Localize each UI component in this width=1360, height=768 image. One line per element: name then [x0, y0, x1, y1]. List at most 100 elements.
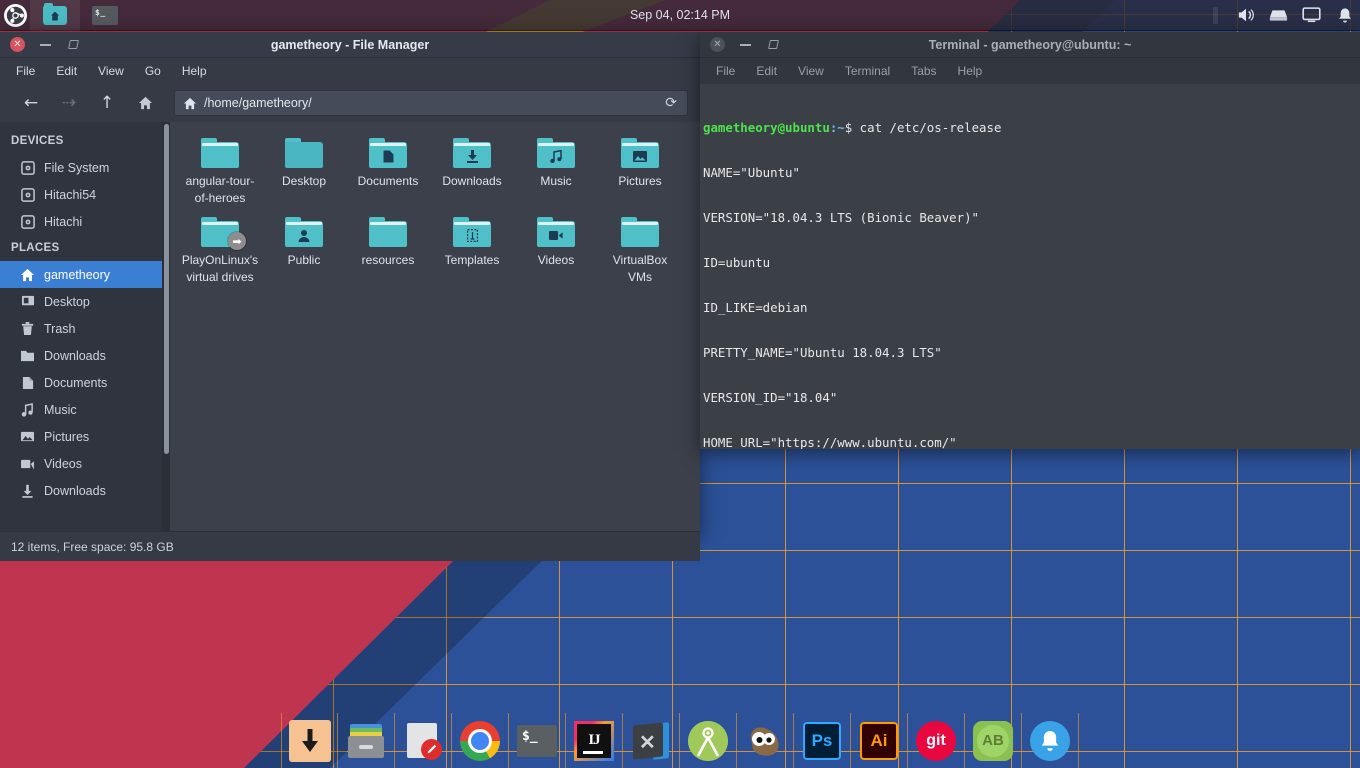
window-controls: ✕ [0, 37, 81, 52]
list-item[interactable]: VirtualBox VMs [598, 211, 682, 290]
maximize-button[interactable] [766, 37, 781, 52]
dock-item-google-chrome[interactable] [452, 713, 509, 768]
dock-item-android-studio[interactable] [680, 713, 737, 768]
menu-go[interactable]: Go [136, 61, 170, 81]
file-label: angular-tour-of-heroes [185, 174, 255, 205]
sidebar-item-file-system[interactable]: File System [0, 154, 162, 181]
list-item[interactable]: Downloads [430, 132, 514, 211]
file-manager-titlebar[interactable]: ✕ gametheory - File Manager [0, 32, 700, 58]
sidebar-item-desktop[interactable]: Desktop [0, 288, 162, 315]
list-item[interactable]: Public [262, 211, 346, 290]
sidebar-item-downloads[interactable]: Downloads [0, 477, 162, 504]
taskbar-item-file-manager[interactable] [30, 0, 80, 31]
dock-item-terminal[interactable]: $_ [509, 713, 566, 768]
menu-view[interactable]: View [89, 61, 133, 81]
disk-icon [20, 214, 35, 229]
reload-icon[interactable]: ⟳ [665, 95, 679, 111]
home-icon[interactable] [126, 88, 164, 118]
dock-item-vs-code[interactable]: ✕ [623, 713, 680, 768]
desktop-icon [20, 294, 35, 309]
minimize-button[interactable] [738, 37, 753, 52]
sidebar-item-label: Downloads [44, 483, 106, 498]
menu-view[interactable]: View [789, 61, 833, 81]
terminal-window[interactable]: ✕ Terminal - gametheory@ubuntu: ~ File E… [700, 32, 1360, 449]
sidebar-scrollbar[interactable] [163, 122, 170, 531]
up-icon[interactable]: ↑ [88, 88, 126, 118]
close-button[interactable]: ✕ [710, 37, 725, 52]
minimize-button[interactable] [38, 37, 53, 52]
dock-item-notifications[interactable] [1022, 713, 1079, 768]
ab-icon: AB [973, 720, 1013, 761]
terminal-command: cat /etc/os-release [859, 120, 1002, 135]
back-icon[interactable]: ← [12, 88, 50, 118]
sidebar-item-music[interactable]: Music [0, 396, 162, 423]
file-icon-grid: angular-tour-of-heroes Desktop Documents [170, 132, 700, 290]
dock-item-downloader[interactable] [281, 713, 338, 768]
dock-item-text-editor[interactable] [395, 713, 452, 768]
sidebar-item-pictures[interactable]: Pictures [0, 423, 162, 450]
taskbar-item-terminal[interactable]: $_ [80, 0, 130, 31]
list-item[interactable]: Templates [430, 211, 514, 290]
prompt-path: :~ [829, 120, 845, 135]
application-launcher-button[interactable] [0, 0, 30, 30]
music-icon [20, 402, 35, 417]
sidebar-item-label: gametheory [44, 267, 111, 282]
terminal-menubar: File Edit View Terminal Tabs Help [700, 58, 1360, 84]
list-item[interactable]: Desktop [262, 132, 346, 211]
drive-icon[interactable] [1269, 6, 1288, 25]
file-label: Public [287, 253, 321, 267]
file-list-area[interactable]: angular-tour-of-heroes Desktop Documents [170, 122, 700, 531]
list-item[interactable]: angular-tour-of-heroes [178, 132, 262, 211]
sidebar-item-label: Videos [44, 456, 82, 471]
speaker-icon[interactable] [1236, 6, 1255, 25]
menu-edit[interactable]: Edit [747, 61, 786, 81]
sidebar-item-label: Hitachi54 [44, 187, 97, 202]
sidebar-item-hitachi[interactable]: Hitachi [0, 208, 162, 235]
file-manager-menubar: File Edit View Go Help [0, 58, 700, 84]
terminal-output[interactable]: gametheory@ubuntu:~$ cat /etc/os-release… [700, 84, 1360, 449]
clock[interactable]: Sep 04, 02:14 PM [630, 8, 730, 22]
dock-item-ab-app[interactable]: AB [965, 713, 1022, 768]
dock-item-photoshop[interactable]: Ps [794, 713, 851, 768]
dock-item-git[interactable]: git [908, 713, 965, 768]
file-label: Pictures [618, 174, 662, 188]
menu-help[interactable]: Help [173, 61, 216, 81]
terminal-titlebar[interactable]: ✕ Terminal - gametheory@ubuntu: ~ [700, 32, 1360, 58]
sidebar-item-downloads-folder[interactable]: Downloads [0, 342, 162, 369]
terminal-icon: $_ [92, 5, 118, 25]
list-item[interactable]: Videos [514, 211, 598, 290]
sidebar-item-gametheory[interactable]: gametheory [0, 261, 162, 288]
sidebar-item-trash[interactable]: Trash [0, 315, 162, 342]
menu-tabs[interactable]: Tabs [902, 61, 945, 81]
close-button[interactable]: ✕ [10, 37, 25, 52]
trash-icon [20, 321, 35, 336]
dock-item-intellij-idea[interactable]: IJ [566, 713, 623, 768]
menu-edit[interactable]: Edit [47, 61, 86, 81]
path-input[interactable]: /home/gametheory/ ⟳ [174, 90, 688, 116]
menu-help[interactable]: Help [949, 61, 992, 81]
list-item[interactable]: Pictures [598, 132, 682, 211]
sidebar-item-documents[interactable]: Documents [0, 369, 162, 396]
menu-file[interactable]: File [7, 61, 44, 81]
scrollbar-thumb[interactable] [164, 124, 169, 454]
maximize-button[interactable] [66, 37, 81, 52]
list-item[interactable]: Music [514, 132, 598, 211]
android-studio-icon [688, 720, 728, 761]
list-item[interactable]: resources [346, 211, 430, 290]
list-item[interactable]: Documents [346, 132, 430, 211]
bell-icon[interactable] [1335, 6, 1354, 25]
forward-icon[interactable]: ⇢ [50, 88, 88, 118]
dock-item-archive-manager[interactable] [338, 713, 395, 768]
sidebar-item-hitachi54[interactable]: Hitachi54 [0, 181, 162, 208]
dock-item-gimp[interactable] [737, 713, 794, 768]
file-label: PlayOnLinux's virtual drives [181, 253, 259, 284]
dock-item-illustrator[interactable]: Ai [851, 713, 908, 768]
file-manager-body: DEVICES File System Hitachi54 Hitachi PL… [0, 122, 700, 531]
menu-file[interactable]: File [707, 61, 744, 81]
monitor-icon[interactable] [1302, 6, 1321, 25]
git-label: git [926, 731, 946, 749]
file-manager-window[interactable]: ✕ gametheory - File Manager File Edit Vi… [0, 32, 700, 561]
sidebar-item-videos[interactable]: Videos [0, 450, 162, 477]
menu-terminal[interactable]: Terminal [836, 61, 899, 81]
list-item[interactable]: ➡ PlayOnLinux's virtual drives [178, 211, 262, 290]
